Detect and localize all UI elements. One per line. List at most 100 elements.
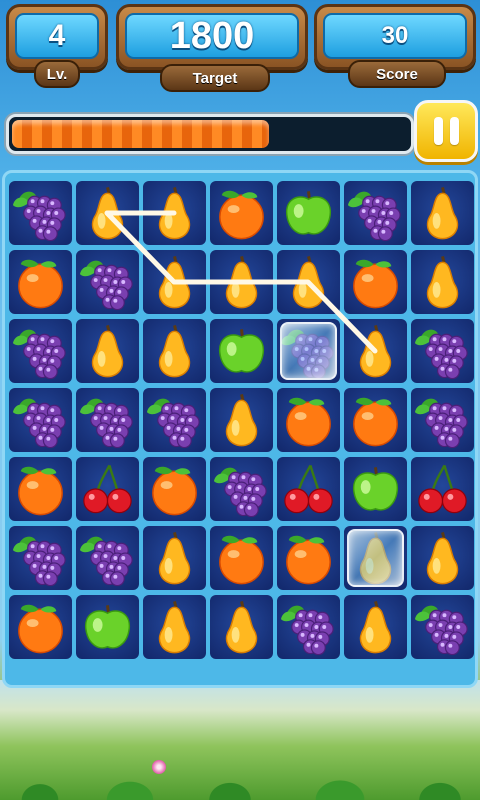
board-cell[interactable] <box>9 181 72 245</box>
grape-icon <box>411 388 474 452</box>
pear-icon <box>411 526 474 590</box>
board-cell[interactable] <box>76 457 139 521</box>
grape-icon <box>76 388 139 452</box>
board-cell[interactable] <box>143 388 206 452</box>
board-cell[interactable] <box>411 457 474 521</box>
pear-icon <box>210 388 273 452</box>
pear-icon <box>210 595 273 659</box>
board-cell[interactable] <box>277 388 340 452</box>
grape-icon <box>9 181 72 245</box>
pause-icon-bar <box>449 117 459 145</box>
cherry-icon <box>411 457 474 521</box>
pear-icon <box>277 250 340 314</box>
board-cell[interactable] <box>143 526 206 590</box>
board-cell[interactable] <box>411 595 474 659</box>
level-label: Lv. <box>34 60 80 88</box>
grape-icon <box>344 181 407 245</box>
board-cell[interactable] <box>143 457 206 521</box>
pear-icon <box>143 319 206 383</box>
grape-icon <box>9 319 72 383</box>
apple-icon <box>76 595 139 659</box>
pear-icon <box>210 250 273 314</box>
board-cell[interactable] <box>277 457 340 521</box>
board-cell[interactable] <box>277 595 340 659</box>
board-cell[interactable] <box>210 250 273 314</box>
apple-icon <box>277 181 340 245</box>
pear-icon <box>76 181 139 245</box>
pear-icon <box>143 595 206 659</box>
board-cell[interactable] <box>344 595 407 659</box>
ice-block-icon <box>280 322 337 380</box>
board-cell[interactable] <box>210 457 273 521</box>
pear-icon <box>143 250 206 314</box>
apple-icon <box>210 319 273 383</box>
board-cell[interactable] <box>344 250 407 314</box>
board-cell[interactable] <box>9 595 72 659</box>
board-cell[interactable] <box>344 526 407 590</box>
board-cell[interactable] <box>9 388 72 452</box>
orange-icon <box>9 457 72 521</box>
board-cell[interactable] <box>9 319 72 383</box>
orange-icon <box>143 457 206 521</box>
progress-fill <box>12 120 269 148</box>
board-cell[interactable] <box>344 388 407 452</box>
board-cell[interactable] <box>9 250 72 314</box>
board-cell[interactable] <box>76 388 139 452</box>
board-cell[interactable] <box>411 181 474 245</box>
progress-bar <box>6 114 414 154</box>
board-cell[interactable] <box>143 595 206 659</box>
pear-icon <box>344 595 407 659</box>
grape-icon <box>277 595 340 659</box>
board-cell[interactable] <box>277 319 340 383</box>
board-cell[interactable] <box>277 181 340 245</box>
board-cell[interactable] <box>143 181 206 245</box>
board-cell[interactable] <box>411 319 474 383</box>
board-cell[interactable] <box>344 457 407 521</box>
grape-icon <box>210 457 273 521</box>
pear-icon <box>411 181 474 245</box>
orange-icon <box>277 526 340 590</box>
board-cell[interactable] <box>9 526 72 590</box>
orange-icon <box>210 181 273 245</box>
grape-icon <box>411 319 474 383</box>
flower-decoration <box>152 760 166 774</box>
board-cell[interactable] <box>277 526 340 590</box>
score-label: Score <box>348 60 446 88</box>
board-cell[interactable] <box>210 526 273 590</box>
grape-icon <box>9 526 72 590</box>
pear-icon <box>143 181 206 245</box>
board-cell[interactable] <box>76 181 139 245</box>
orange-icon <box>9 250 72 314</box>
pear-icon <box>76 319 139 383</box>
board-cell[interactable] <box>76 250 139 314</box>
board-cell[interactable] <box>9 457 72 521</box>
board-cell[interactable] <box>143 319 206 383</box>
board-cell[interactable] <box>76 319 139 383</box>
score-value: 30 <box>323 13 467 59</box>
grape-icon <box>76 250 139 314</box>
pause-button[interactable] <box>414 100 478 162</box>
pear-icon <box>344 319 407 383</box>
board-cell[interactable] <box>344 319 407 383</box>
orange-icon <box>9 595 72 659</box>
board-cell[interactable] <box>411 526 474 590</box>
orange-icon <box>210 526 273 590</box>
target-panel: 1800 <box>116 4 308 70</box>
board-cell[interactable] <box>143 250 206 314</box>
cherry-icon <box>76 457 139 521</box>
level-value: 4 <box>15 13 99 59</box>
orange-icon <box>277 388 340 452</box>
board-cell[interactable] <box>76 526 139 590</box>
board-cell[interactable] <box>76 595 139 659</box>
board-cell[interactable] <box>411 250 474 314</box>
board-cell[interactable] <box>277 250 340 314</box>
board-cell[interactable] <box>210 388 273 452</box>
board-cell[interactable] <box>411 388 474 452</box>
cherry-icon <box>277 457 340 521</box>
orange-icon <box>344 250 407 314</box>
board-cell[interactable] <box>344 181 407 245</box>
game-board <box>2 170 478 688</box>
board-cell[interactable] <box>210 181 273 245</box>
board-cell[interactable] <box>210 595 273 659</box>
board-cell[interactable] <box>210 319 273 383</box>
